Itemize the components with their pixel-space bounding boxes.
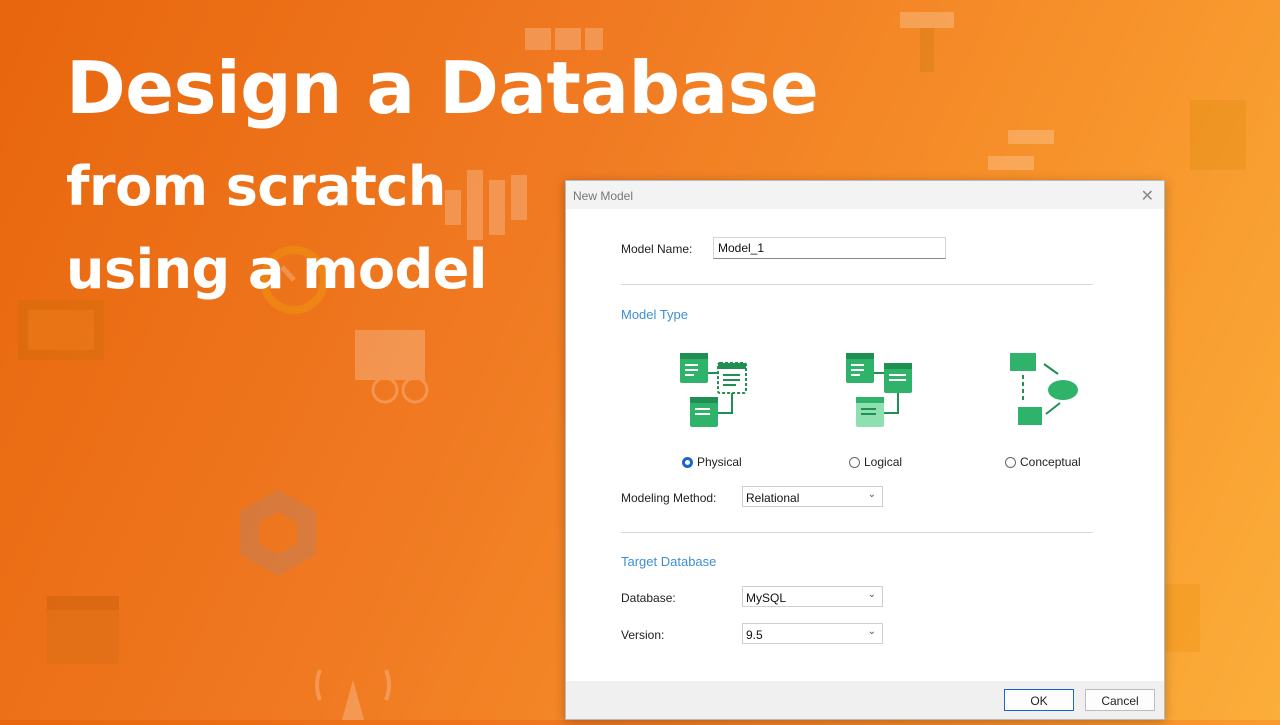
- chevron-down-icon: ⌄: [867, 489, 876, 500]
- deco-cart-icon: [355, 330, 431, 409]
- deco-letter-icon: [1160, 584, 1202, 659]
- radio-physical[interactable]: Physical: [682, 455, 742, 469]
- physical-model-icon: [678, 351, 750, 432]
- radio-selected-icon: [682, 456, 693, 468]
- model-name-label: Model Name:: [621, 242, 693, 256]
- dialog-title: New Model: [573, 189, 634, 203]
- radio-physical-label: Physical: [697, 455, 742, 469]
- modeling-method-select[interactable]: Relational ⌄: [742, 486, 883, 507]
- model-name-input[interactable]: [713, 237, 946, 259]
- dialog-footer: OK Cancel: [566, 681, 1164, 719]
- deco-server-icon: [1190, 100, 1248, 175]
- radio-logical-label: Logical: [864, 455, 903, 469]
- radio-logical[interactable]: Logical: [849, 455, 902, 469]
- chevron-down-icon: ⌄: [867, 626, 876, 637]
- headline-subtitle-line1: from scratch: [66, 155, 446, 218]
- model-type-heading: Model Type: [621, 307, 688, 322]
- database-select[interactable]: MySQL ⌄: [742, 586, 883, 607]
- headline-subtitle-line2: using a model: [66, 238, 487, 301]
- deco-table-icon: [18, 300, 104, 365]
- dialog-titlebar: New Model ✕: [566, 181, 1164, 209]
- deco-signal-icon: [312, 660, 394, 725]
- ok-button[interactable]: OK: [1004, 689, 1074, 711]
- divider: [621, 532, 1093, 533]
- logical-model-icon: [844, 351, 916, 432]
- divider: [621, 284, 1093, 285]
- database-value: MySQL: [746, 591, 787, 605]
- deco-hexagon-icon: [238, 490, 318, 581]
- radio-conceptual-label: Conceptual: [1020, 455, 1081, 469]
- modeling-method-label: Modeling Method:: [621, 491, 717, 505]
- deco-stack-icon: [988, 130, 1054, 185]
- headline-title: Design a Database: [66, 46, 819, 130]
- database-label: Database:: [621, 591, 676, 605]
- conceptual-model-icon: [1008, 351, 1080, 432]
- new-model-dialog: New Model ✕ Model Name: Model Type: [565, 180, 1165, 720]
- close-icon[interactable]: ✕: [1141, 186, 1154, 206]
- radio-conceptual[interactable]: Conceptual: [1005, 455, 1081, 469]
- radio-unselected-icon: [849, 456, 860, 468]
- deco-grid-icon: [47, 596, 119, 669]
- version-label: Version:: [621, 628, 665, 642]
- modeling-method-value: Relational: [746, 491, 800, 505]
- radio-unselected-icon: [1005, 456, 1016, 468]
- target-database-heading: Target Database: [621, 554, 717, 569]
- cancel-button[interactable]: Cancel: [1085, 689, 1155, 711]
- deco-tools-icon: [900, 12, 956, 77]
- version-value: 9.5: [746, 628, 763, 642]
- version-select[interactable]: 9.5 ⌄: [742, 623, 883, 644]
- chevron-down-icon: ⌄: [867, 589, 876, 600]
